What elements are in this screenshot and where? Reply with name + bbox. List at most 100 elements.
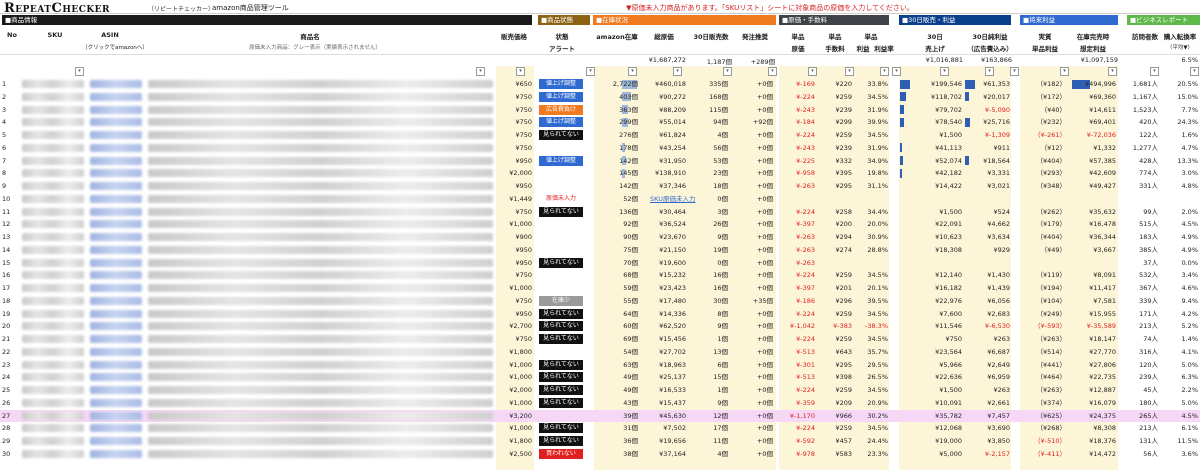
table-row[interactable]: 17 ¥1,000 59個 ¥23,423 16個 +0個 ¥-397 ¥201 20.1% ¥1… [0,282,1200,294]
profit30-cell: ¥2,683 [987,309,1010,318]
profit30-cell [962,257,1010,269]
table-row[interactable]: 5 ¥750 見られてない 276個 ¥61,824 4個 +0個 ¥-224 ¥259 34.5… [0,129,1200,141]
table-row[interactable]: 24 ¥1,000 見られてない 49個 ¥25,137 15個 +0個 ¥-513 ¥398 2… [0,371,1200,383]
asin-link[interactable] [90,424,142,433]
filter-dropdown-button[interactable]: ▾ [940,67,949,76]
table-row[interactable]: 3 ¥750 広告費負け 363個 ¥88,209 115個 +0個 ¥-243 ¥239 31.… [0,104,1200,116]
table-row[interactable]: 22 ¥1,800 54個 ¥27,702 13個 +0個 ¥-513 ¥643 35.7% ¥2… [0,346,1200,358]
asin-link[interactable] [90,143,142,152]
filter-dropdown-button[interactable]: ▾ [75,67,84,76]
asin-link[interactable] [90,360,142,369]
sku-cell [22,335,84,343]
asin-link[interactable] [90,284,142,292]
filter-dropdown-button[interactable]: ▾ [1190,67,1199,76]
table-row[interactable]: 29 ¥1,800 見られてない 36個 ¥19,656 11個 +0個 ¥-592 ¥457 2… [0,435,1200,447]
asin-link[interactable] [90,271,142,280]
filter-dropdown-button[interactable]: ▾ [476,67,485,76]
asin-link[interactable] [90,296,142,305]
table-row[interactable]: 1 ¥650 値上げ調整 2,722個 ¥460,018 335個 +0個 ¥-169 ¥220… [0,78,1200,90]
stock-cell: 2,722個 [612,80,638,88]
real-profit-cell: （¥293） [1036,169,1066,178]
table-row[interactable]: 13 ¥900 90個 ¥23,670 9個 +0個 ¥-263 ¥294 30.9% ¥10,6… [0,231,1200,243]
asin-link[interactable] [90,207,142,216]
unit-profit-cell: ¥239 [835,143,852,152]
table-row[interactable]: 23 ¥1,000 見られてない 63個 ¥18,963 6個 +0個 ¥-301 ¥295 29… [0,359,1200,371]
asin-link[interactable] [90,437,142,445]
asin-link[interactable] [90,335,142,343]
col-header-fee: 単品 [828,33,842,41]
asin-link[interactable] [90,398,142,407]
asin-link[interactable] [90,182,142,190]
filter-dropdown-button[interactable]: ▾ [845,67,854,76]
asin-link[interactable] [90,373,142,382]
future-profit-cell: ¥57,385 [1089,156,1116,165]
table-row[interactable]: 21 ¥750 見られてない 69個 ¥15,456 1個 +0個 ¥-224 ¥259 34.5… [0,333,1200,345]
asin-link[interactable] [90,245,142,254]
table-row[interactable]: 4 ¥750 値上げ調整 299個 ¥55,014 94個 +92個 ¥-184 ¥299 39.… [0,116,1200,128]
stock-cell: 90個 [623,233,638,241]
filter-dropdown-button[interactable]: ▾ [723,67,732,76]
asin-link[interactable] [90,131,142,139]
filter-dropdown-button[interactable]: ▾ [768,67,777,76]
filter-dropdown-button[interactable]: ▾ [628,67,637,76]
filter-dropdown-button[interactable]: ▾ [880,67,889,76]
table-row[interactable]: 6 ¥750 178個 ¥43,254 56個 +0個 ¥-243 ¥239 31.9% ¥41,… [0,142,1200,154]
filter-dropdown-button[interactable]: ▾ [516,67,525,76]
table-row[interactable]: 16 ¥750 68個 ¥15,232 16個 +0個 ¥-224 ¥259 34.5% ¥12,… [0,269,1200,281]
filter-dropdown-button[interactable]: ▾ [673,67,682,76]
table-row[interactable]: 27 ¥3,200 39個 ¥45,630 12個 +0個 ¥-1,170 ¥966 30.2%… [0,409,1200,422]
visits-cell: 515人 [1139,220,1158,229]
filter-dropdown-button[interactable]: ▾ [1060,67,1069,76]
profit30-cell: ¥18,564 [983,156,1010,165]
asin-link[interactable] [90,322,142,331]
table-row[interactable]: 26 ¥1,000 見られてない 43個 ¥15,437 9個 +0個 ¥-359 ¥209 20… [0,397,1200,409]
filter-dropdown-button[interactable]: ▾ [1108,67,1117,76]
asin-link[interactable] [90,194,142,203]
filter-dropdown-button[interactable]: ▾ [1010,67,1019,76]
table-row[interactable]: 2 ¥750 値上げ調整 403個 ¥90,272 168個 +0個 ¥-224 ¥259 34.… [0,91,1200,103]
table-row[interactable]: 20 ¥2,700 見られてない 60個 ¥62,520 9個 +0個 ¥-1,042 ¥-38… [0,320,1200,332]
asin-link[interactable] [90,156,142,165]
margin-cell: 39.5% [867,296,888,305]
table-row[interactable]: 15 ¥950 見られてない 70個 ¥19,600 0個 +0個 ¥-263 37人 0.0% [0,257,1200,269]
visits-cell: 428人 [1139,156,1158,165]
table-row[interactable]: 28 ¥1,000 見られてない 31個 ¥7,502 17個 +0個 ¥-224 ¥259 34… [0,422,1200,434]
unit-cost-cell: ¥-513 [796,347,815,356]
table-row[interactable]: 9 ¥950 142個 ¥37,346 18個 +0個 ¥-263 ¥295 31.1% ¥14,… [0,180,1200,192]
asin-link[interactable] [90,347,142,356]
table-row[interactable]: 10 ¥1,449 原価未入力 52個 SKU原価未入力 0個 +0個 [0,193,1200,205]
table-row[interactable]: 8 ¥2,000 145個 ¥138,910 23個 +0個 ¥-958 ¥395 19.8% ¥… [0,167,1200,179]
filter-dropdown-button[interactable]: ▾ [1150,67,1159,76]
unit-cost-cell: ¥-359 [796,398,815,407]
table-row[interactable]: 30 ¥2,500 買われない 38個 ¥37,164 4個 +0個 ¥-978 ¥583 23.… [0,448,1200,460]
table-row[interactable]: 11 ¥750 見られてない 136個 ¥30,464 3個 +0個 ¥-224 ¥258 34.… [0,206,1200,218]
asin-link[interactable] [90,92,142,101]
order-rec-cell: +92個 [752,118,773,127]
margin-cell: 33.8% [867,80,888,88]
table-row[interactable]: 14 ¥950 75個 ¥21,150 19個 +0個 ¥-263 ¥274 28.8% ¥18,… [0,244,1200,256]
asin-link[interactable] [90,309,142,318]
conv-cell: 24.3% [1177,118,1198,127]
asin-link[interactable] [90,386,142,394]
asin-link[interactable] [90,105,142,114]
table-row[interactable]: 25 ¥2,000 見られてない 49個 ¥16,533 1個 +0個 ¥-224 ¥259 34… [0,384,1200,396]
filter-dropdown-button[interactable]: ▾ [892,67,901,76]
filter-dropdown-button[interactable]: ▾ [985,67,994,76]
future-profit-cell: ¥14,611 [1089,105,1116,114]
asin-link[interactable] [90,80,142,88]
filter-dropdown-button[interactable]: ▾ [808,67,817,76]
asin-link[interactable] [90,258,142,267]
asin-link[interactable] [90,449,142,458]
table-row[interactable]: 18 ¥750 在庫少 55個 ¥17,480 30個 +35個 ¥-186 ¥296 39.5%… [0,295,1200,307]
table-row[interactable]: 7 ¥950 値上げ調整 142個 ¥31,950 53個 +0個 ¥-225 ¥332 34.9… [0,155,1200,167]
asin-link[interactable] [90,169,142,178]
filter-dropdown-button[interactable]: ▾ [586,67,595,76]
unit-cost-cell: ¥-1,042 [789,322,815,331]
asin-link[interactable] [90,220,142,229]
asin-link[interactable] [90,411,142,420]
table-row[interactable]: 12 ¥1,000 92個 ¥36,524 26個 +0個 ¥-397 ¥200 20.0% ¥2… [0,218,1200,230]
price-cell: ¥750 [515,143,532,152]
asin-link[interactable] [90,118,142,127]
asin-link[interactable] [90,233,142,241]
table-row[interactable]: 19 ¥950 見られてない 64個 ¥14,336 8個 +0個 ¥-224 ¥259 34.5… [0,308,1200,320]
